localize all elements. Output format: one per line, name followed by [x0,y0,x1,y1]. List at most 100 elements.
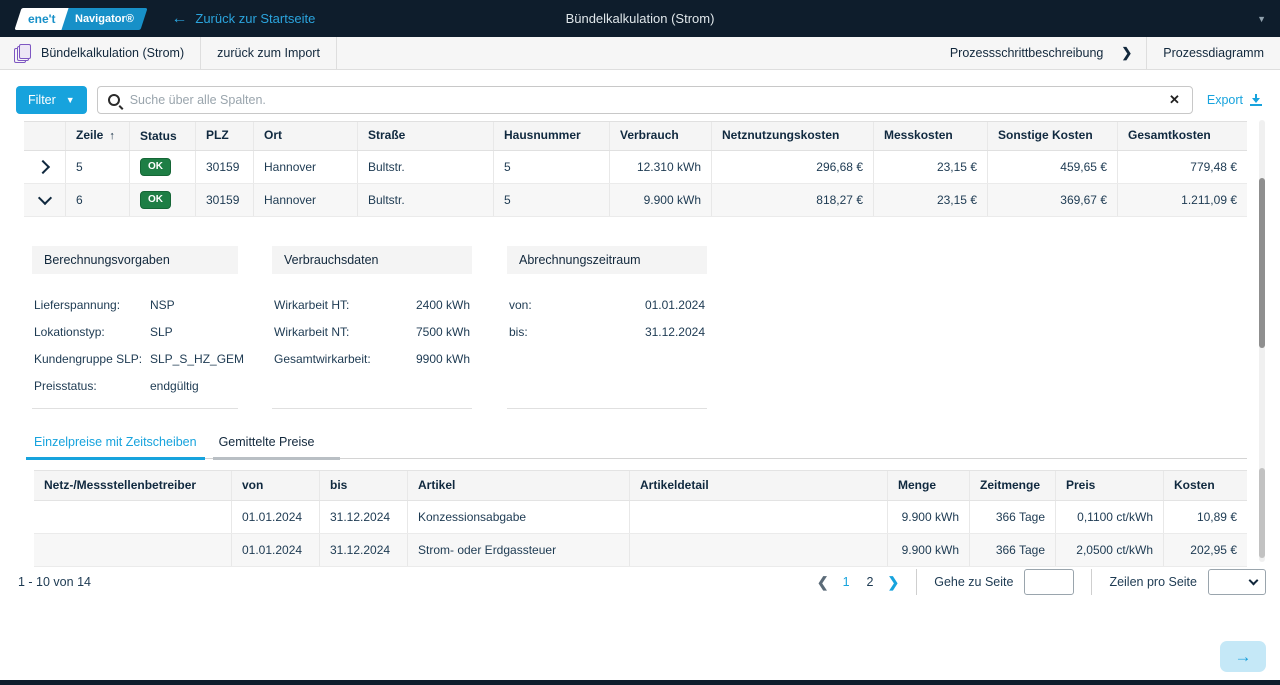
cell-status: OK [130,151,196,183]
chevron-right-icon[interactable]: ❯ [1119,45,1146,61]
col-ort[interactable]: Ort [254,122,358,150]
back-to-home-link[interactable]: ← Zurück zur Startseite [171,11,315,27]
col-kosten[interactable]: Kosten [1164,471,1247,500]
col-menge[interactable]: Menge [888,471,970,500]
detail-row: Kundengruppe SLP:SLP_S_HZ_GEM [32,345,238,372]
module-documents-icon [14,44,31,63]
col-netznutzungskosten[interactable]: Netznutzungskosten [712,122,874,150]
cell-strasse: Bultstr. [358,151,494,183]
cell-ort: Hannover [254,184,358,216]
filter-caret-down-icon: ▼ [66,95,75,105]
filter-button[interactable]: Filter ▼ [16,86,87,114]
panel-title: Verbrauchsdaten [272,246,472,274]
table-row[interactable]: 5 OK 30159 Hannover Bultstr. 5 12.310 kW… [24,151,1247,184]
status-badge: OK [140,191,171,209]
process-diagram-button[interactable]: Prozessdiagramm [1147,37,1280,69]
cell-bis: 31.12.2024 [320,534,408,566]
rows-per-page-label: Zeilen pro Seite [1109,575,1197,589]
table-row-expanded[interactable]: 6 OK 30159 Hannover Bultstr. 5 9.900 kWh… [24,184,1247,217]
col-strasse[interactable]: Straße [358,122,494,150]
col-zeile[interactable]: Zeile↑ [66,122,130,150]
collapse-row-cell[interactable] [24,184,66,216]
detail-value: SLP_S_HZ_GEM [150,352,244,366]
panel-berechnungsvorgaben: Berechnungsvorgaben Lieferspannung:NSP L… [32,246,238,409]
col-sonstige-kosten[interactable]: Sonstige Kosten [988,122,1118,150]
pagination-range-label: 1 - 10 von 14 [18,575,91,589]
cell-von: 01.01.2024 [232,501,320,533]
divider [336,37,337,69]
process-step-description-button[interactable]: Prozessschrittbeschreibung [934,37,1120,69]
search-input[interactable] [130,93,1167,107]
cell-zeitmenge: 366 Tage [970,501,1056,533]
col-verbrauch[interactable]: Verbrauch [610,122,712,150]
cell-plz: 30159 [196,184,254,216]
topbar-caret-down-icon[interactable]: ▼ [1257,14,1266,24]
cell-bis: 31.12.2024 [320,501,408,533]
detail-row: Gesamtwirkarbeit:9900 kWh [272,345,472,372]
panel-verbrauchsdaten: Verbrauchsdaten Wirkarbeit HT:2400 kWh W… [272,246,472,409]
rows-per-page-select[interactable] [1208,569,1266,595]
cell-artikel: Strom- oder Erdgassteuer [408,534,630,566]
next-page-icon[interactable]: ❯ [887,574,899,591]
search-box[interactable]: ✕ [97,86,1193,114]
col-zeitmenge[interactable]: Zeitmenge [970,471,1056,500]
detail-row: Lokationstyp:SLP [32,318,238,345]
expand-row-cell[interactable] [24,151,66,183]
previous-page-icon[interactable]: ❮ [817,574,829,591]
detail-label: von: [509,298,532,312]
detail-label: Kundengruppe SLP: [34,352,150,366]
pagination-bar: 1 - 10 von 14 ❮ 1 2 ❯ Gehe zu Seite Zeil… [18,567,1266,597]
goto-page-input[interactable] [1024,569,1074,595]
cell-menge: 9.900 kWh [888,501,970,533]
cell-verbrauch: 12.310 kWh [610,151,712,183]
col-bis[interactable]: bis [320,471,408,500]
detail-label: bis: [509,325,528,339]
divider [916,569,917,595]
chevron-down-icon[interactable] [37,191,51,205]
cell-zeitmenge: 366 Tage [970,534,1056,566]
col-artikel[interactable]: Artikel [408,471,630,500]
detail-value: 2400 kWh [416,298,470,312]
enet-navigator-logo: ene't Navigator® [18,8,143,30]
divider [1091,569,1092,595]
col-messkosten[interactable]: Messkosten [874,122,988,150]
cell-netznutzungskosten: 818,27 € [712,184,874,216]
page-2-button[interactable]: 2 [864,575,877,589]
cell-artikel: Konzessionsabgabe [408,501,630,533]
cell-artikeldetail [630,534,888,566]
col-artikeldetail[interactable]: Artikeldetail [630,471,888,500]
col-preis[interactable]: Preis [1056,471,1164,500]
process-bar-left: Bündelkalkulation (Strom) zurück zum Imp… [0,37,337,69]
col-hausnummer[interactable]: Hausnummer [494,122,610,150]
export-button[interactable]: Export [1207,93,1262,107]
status-badge: OK [140,158,171,176]
page-1-button[interactable]: 1 [840,575,853,589]
search-clear-icon[interactable]: ✕ [1167,92,1182,108]
process-bar: Bündelkalkulation (Strom) zurück zum Imp… [0,37,1280,70]
col-von[interactable]: von [232,471,320,500]
row-detail-panels: Berechnungsvorgaben Lieferspannung:NSP L… [32,246,1280,409]
download-icon [1250,94,1262,106]
logo-enet-segment: ene't [14,8,69,30]
col-betreiber[interactable]: Netz-/Messstellenbetreiber [34,471,232,500]
cell-ort: Hannover [254,151,358,183]
col-plz[interactable]: PLZ [196,122,254,150]
calculation-table: Zeile↑ Status PLZ Ort Straße Hausnummer … [24,121,1247,217]
detail-row: Lieferspannung:NSP [32,291,238,318]
next-step-button[interactable]: → [1220,641,1266,672]
col-gesamtkosten[interactable]: Gesamtkosten [1118,122,1247,150]
cell-zeile: 5 [66,151,130,183]
col-status[interactable]: Status [130,122,196,150]
tab-gemittelte-preise[interactable]: Gemittelte Preise [217,435,321,458]
back-to-import-button[interactable]: zurück zum Import [201,37,336,69]
price-table-scrollbar-thumb[interactable] [1259,468,1265,558]
cell-sonstige-kosten: 369,67 € [988,184,1118,216]
cell-zeile: 6 [66,184,130,216]
detail-row: von:01.01.2024 [507,291,707,318]
tab-einzelpreise-mit-zeitscheiben[interactable]: Einzelpreise mit Zeitscheiben [32,435,203,458]
chevron-right-icon[interactable] [36,160,50,174]
detail-value: endgültig [150,379,199,393]
panel-title: Abrechnungszeitraum [507,246,707,274]
chevron-down-icon [1249,576,1259,586]
vertical-scrollbar-thumb[interactable] [1259,178,1265,348]
